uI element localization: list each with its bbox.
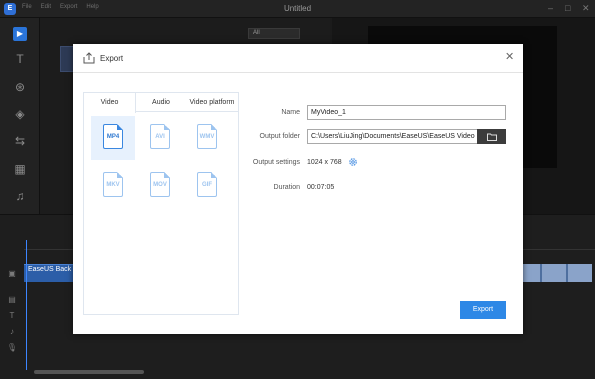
minimize-icon[interactable]: – [548, 3, 553, 13]
export-dialog: Export ✕ Video Audio Video platform MP4 … [73, 44, 523, 334]
timeline-scrollbar[interactable] [34, 370, 144, 374]
browse-folder-button[interactable] [477, 129, 506, 144]
dialog-title: Export [100, 54, 124, 63]
folder-icon [487, 133, 497, 141]
format-mp4[interactable]: MP4 [91, 116, 135, 160]
tab-video[interactable]: Video [84, 93, 136, 113]
playhead[interactable] [26, 240, 27, 370]
output-settings-value: 1024 x 768 [307, 159, 342, 166]
format-mov[interactable]: MOV [138, 164, 182, 208]
close-icon[interactable]: ✕ [505, 52, 514, 63]
close-window-icon[interactable]: ✕ [582, 3, 590, 14]
name-label: Name [281, 109, 300, 116]
maximize-icon[interactable]: □ [565, 3, 570, 13]
text-icon[interactable]: T [12, 52, 28, 66]
title-bar: E File Edit Export Help Untitled – □ ✕ [0, 0, 595, 18]
media-filter-dropdown[interactable]: All [248, 28, 300, 39]
clip-thumbnails [516, 264, 592, 282]
left-toolbar: ▶ T ⊛ ◈ ⇆ ▦ ♫ [0, 18, 40, 214]
window-title: Untitled [283, 4, 312, 13]
duration-label: Duration [273, 184, 300, 191]
overlays-icon[interactable]: ◈ [12, 107, 28, 121]
music-icon[interactable]: ♫ [12, 189, 28, 203]
export-icon [83, 52, 95, 64]
format-avi[interactable]: AVI [138, 116, 182, 160]
format-mkv[interactable]: MKV [91, 164, 135, 208]
tab-audio[interactable]: Audio [136, 93, 186, 112]
format-panel: Video Audio Video platform MP4 AVI WMV M… [83, 92, 239, 315]
transitions-icon[interactable]: ⇆ [12, 134, 28, 148]
media-icon[interactable]: ▶ [13, 27, 27, 41]
export-button[interactable]: Export [460, 301, 506, 319]
voice-track-icon: 🎙 [6, 343, 18, 352]
filters-icon[interactable]: ⊛ [12, 80, 28, 94]
dialog-header: Export ✕ [73, 44, 523, 73]
clip-label: EaseUS Back [28, 266, 72, 273]
name-input[interactable] [307, 105, 506, 120]
output-folder-field[interactable]: C:\Users\LiuJing\Documents\EaseUS\EaseUS… [307, 129, 478, 144]
elements-icon[interactable]: ▦ [12, 162, 28, 176]
settings-gear-icon[interactable] [348, 157, 358, 167]
format-tabs: Video Audio Video platform [84, 93, 238, 113]
duration-value: 00:07:05 [307, 184, 335, 191]
output-folder-label: Output folder [259, 133, 300, 140]
video-track-icon: ▣ [8, 269, 16, 278]
output-settings-label: Output settings [252, 159, 300, 166]
